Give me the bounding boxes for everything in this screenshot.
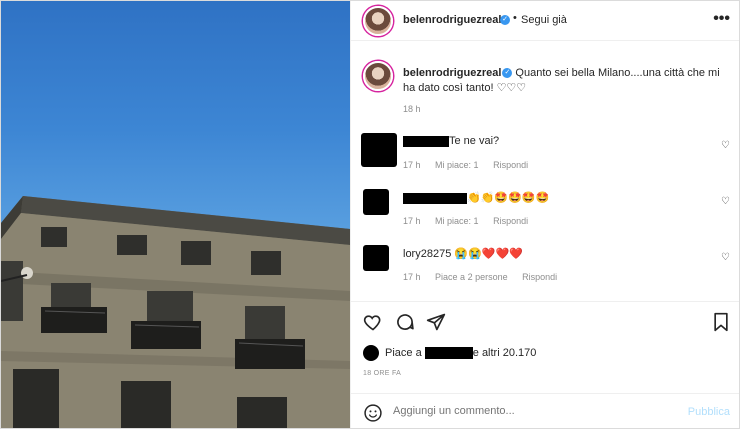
comment-time[interactable]: 17 h [403,160,421,170]
comment-avatar-redacted[interactable] [363,189,389,215]
emoji-icon[interactable] [363,403,383,426]
building-image [1,196,350,428]
comment-likes[interactable]: Mi piace: 1 [435,160,479,170]
bookmark-icon[interactable] [712,312,730,335]
likes-summary[interactable]: Piace a e altri 20.170 [363,345,536,361]
comment-likes[interactable]: Piace a 2 persone [435,272,508,282]
redacted-username[interactable] [403,192,467,204]
comment-icon[interactable] [395,312,415,335]
comment-item: Te ne vai? 17 h Mi piace: 1 Rispondi ♡ [351,132,739,188]
caption-time[interactable]: 18 h [403,104,421,114]
reply-button[interactable]: Rispondi [493,216,528,226]
comment-text: Te ne vai? [449,135,500,147]
follow-status-button[interactable]: Segui già [521,14,567,26]
add-comment-bar: Pubblica [351,393,739,428]
like-comment-heart-icon[interactable]: ♡ [721,140,730,151]
verified-badge-icon: ✓ [502,68,513,79]
like-comment-heart-icon[interactable]: ♡ [721,252,730,263]
post-timestamp[interactable]: 18 ORE FA [363,370,401,377]
comment-avatar-redacted[interactable] [363,245,389,271]
reply-button[interactable]: Rispondi [522,272,557,282]
separator-dot: • [513,12,517,24]
comment-item: 👏👏🤩🤩🤩🤩 17 h Mi piace: 1 Rispondi ♡ [351,188,739,244]
publish-button[interactable]: Pubblica [688,406,730,418]
comment-item: lory28275 😭😭❤️❤️❤️ 17 h Piace a 2 person… [351,244,739,300]
comment-meta: 17 h Mi piace: 1 Rispondi [403,216,540,226]
post-photo[interactable] [1,1,350,428]
comment-meta: 17 h Piace a 2 persone Rispondi [403,272,569,282]
author-username[interactable]: belenrodriguezreal [403,14,501,26]
comment-username[interactable]: lory28275 [403,248,451,260]
like-comment-heart-icon[interactable]: ♡ [721,196,730,207]
author-avatar[interactable] [363,6,393,36]
post-actions [351,301,739,341]
share-icon[interactable] [426,312,446,335]
post-dialog: belenrodriguezreal ✓ • Segui già ••• bel… [0,0,740,429]
liker-avatar-redacted [363,345,379,361]
post-side-panel: belenrodriguezreal ✓ • Segui già ••• bel… [350,1,739,428]
comment-text: 👏👏🤩🤩🤩🤩 [467,192,550,204]
reply-button[interactable]: Rispondi [493,160,528,170]
comment-avatar-redacted[interactable] [361,133,397,167]
comment-text: 😭😭❤️❤️❤️ [454,248,523,260]
comment-time[interactable]: 17 h [403,216,421,226]
caption-username[interactable]: belenrodriguezreal [403,67,501,79]
comment-body: 👏👏🤩🤩🤩🤩 [403,191,549,204]
comment-time[interactable]: 17 h [403,272,421,282]
heart-icon[interactable] [363,312,383,335]
more-options-icon[interactable]: ••• [713,10,730,28]
caption: belenrodriguezreal ✓ Quanto sei bella Mila… [403,66,733,96]
caption-author-avatar[interactable] [363,61,393,91]
comment-meta: 17 h Mi piace: 1 Rispondi [403,160,540,170]
verified-badge-icon: ✓ [500,15,510,25]
likes-suffix: e altri 20.170 [472,346,537,359]
likes-prefix: Piace a [385,346,422,359]
comment-body: Te ne vai? [403,135,499,147]
redacted-username[interactable] [403,135,449,147]
comment-body: lory28275 😭😭❤️❤️❤️ [403,247,523,260]
add-comment-input[interactable] [393,405,653,417]
comment-likes[interactable]: Mi piace: 1 [435,216,479,226]
redacted-username [424,347,473,359]
post-header: belenrodriguezreal ✓ • Segui già ••• [351,1,739,41]
